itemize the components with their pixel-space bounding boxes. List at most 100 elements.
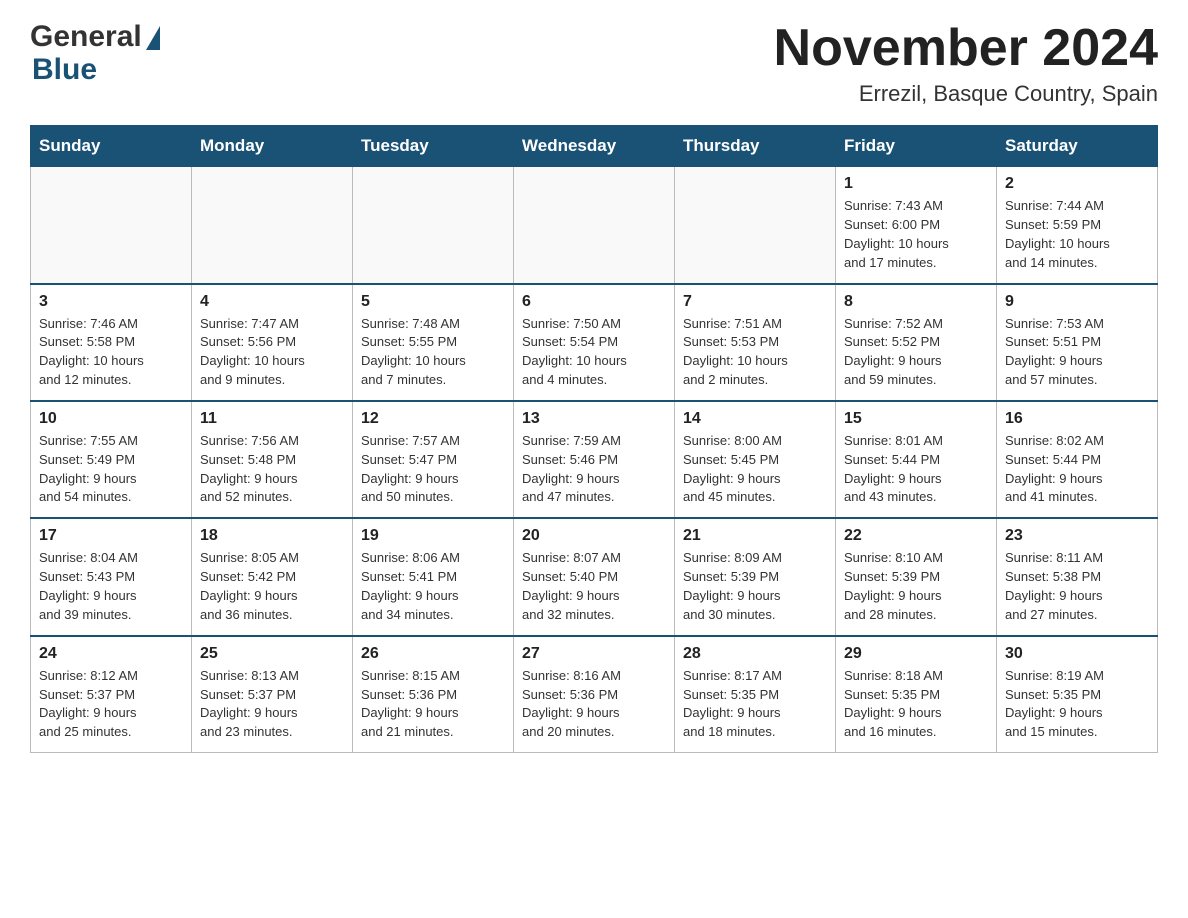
day-number: 23 — [1005, 527, 1149, 545]
location-title: Errezil, Basque Country, Spain — [774, 81, 1158, 107]
day-info: Sunrise: 7:43 AMSunset: 6:00 PMDaylight:… — [844, 197, 988, 272]
calendar-cell: 10 Sunrise: 7:55 AMSunset: 5:49 PMDayligh… — [31, 401, 192, 518]
day-info: Sunrise: 8:12 AMSunset: 5:37 PMDaylight:… — [39, 667, 183, 742]
day-number: 8 — [844, 293, 988, 311]
day-info: Sunrise: 8:11 AMSunset: 5:38 PMDaylight:… — [1005, 549, 1149, 624]
calendar-cell: 26 Sunrise: 8:15 AMSunset: 5:36 PMDayligh… — [353, 636, 514, 753]
day-number: 10 — [39, 410, 183, 428]
day-number: 28 — [683, 645, 827, 663]
day-number: 5 — [361, 293, 505, 311]
calendar-cell: 15 Sunrise: 8:01 AMSunset: 5:44 PMDayligh… — [836, 401, 997, 518]
day-number: 15 — [844, 410, 988, 428]
logo-general-text: General — [30, 20, 142, 53]
calendar-cell: 5 Sunrise: 7:48 AMSunset: 5:55 PMDaylight… — [353, 284, 514, 401]
week-row-5: 24Sunrise: 8:12 AMSunset: 5:37 PMDayligh… — [31, 636, 1158, 753]
day-info: Sunrise: 8:09 AMSunset: 5:39 PMDaylight:… — [683, 549, 827, 624]
calendar-cell — [514, 167, 675, 284]
logo: General Blue — [30, 20, 160, 86]
day-info: Sunrise: 8:04 AMSunset: 5:43 PMDaylight:… — [39, 549, 183, 624]
day-info: Sunrise: 8:00 AMSunset: 5:45 PMDaylight:… — [683, 432, 827, 507]
day-number: 4 — [200, 293, 344, 311]
calendar-cell: 23 Sunrise: 8:11 AMSunset: 5:38 PMDayligh… — [997, 518, 1158, 635]
calendar-cell: 1 Sunrise: 7:43 AMSunset: 6:00 PMDaylight… — [836, 167, 997, 284]
day-number: 13 — [522, 410, 666, 428]
day-number: 22 — [844, 527, 988, 545]
calendar-cell: 16Sunrise: 8:02 AMSunset: 5:44 PMDayligh… — [997, 401, 1158, 518]
day-info: Sunrise: 8:18 AMSunset: 5:35 PMDaylight:… — [844, 667, 988, 742]
calendar-cell: 29 Sunrise: 8:18 AMSunset: 5:35 PMDayligh… — [836, 636, 997, 753]
page-header: General Blue November 2024 Errezil, Basq… — [30, 20, 1158, 107]
calendar-cell: 3 Sunrise: 7:46 AMSunset: 5:58 PMDaylight… — [31, 284, 192, 401]
day-info: Sunrise: 8:05 AMSunset: 5:42 PMDaylight:… — [200, 549, 344, 624]
week-row-1: 1 Sunrise: 7:43 AMSunset: 6:00 PMDaylight… — [31, 167, 1158, 284]
day-number: 17 — [39, 527, 183, 545]
day-number: 2 — [1005, 175, 1149, 193]
calendar-cell: 13 Sunrise: 7:59 AMSunset: 5:46 PMDayligh… — [514, 401, 675, 518]
calendar-cell: 25 Sunrise: 8:13 AMSunset: 5:37 PMDayligh… — [192, 636, 353, 753]
day-info: Sunrise: 8:17 AMSunset: 5:35 PMDaylight:… — [683, 667, 827, 742]
day-info: Sunrise: 7:50 AMSunset: 5:54 PMDaylight:… — [522, 315, 666, 390]
day-info: Sunrise: 8:13 AMSunset: 5:37 PMDaylight:… — [200, 667, 344, 742]
day-info: Sunrise: 8:15 AMSunset: 5:36 PMDaylight:… — [361, 667, 505, 742]
week-row-2: 3 Sunrise: 7:46 AMSunset: 5:58 PMDaylight… — [31, 284, 1158, 401]
day-number: 21 — [683, 527, 827, 545]
day-info: Sunrise: 7:47 AMSunset: 5:56 PMDaylight:… — [200, 315, 344, 390]
day-number: 26 — [361, 645, 505, 663]
day-number: 1 — [844, 175, 988, 193]
day-number: 12 — [361, 410, 505, 428]
calendar-cell: 2 Sunrise: 7:44 AMSunset: 5:59 PMDaylight… — [997, 167, 1158, 284]
calendar-table: SundayMondayTuesdayWednesdayThursdayFrid… — [30, 125, 1158, 753]
day-number: 3 — [39, 293, 183, 311]
day-info: Sunrise: 7:56 AMSunset: 5:48 PMDaylight:… — [200, 432, 344, 507]
weekday-header-saturday: Saturday — [997, 126, 1158, 167]
day-info: Sunrise: 7:44 AMSunset: 5:59 PMDaylight:… — [1005, 197, 1149, 272]
calendar-cell: 28 Sunrise: 8:17 AMSunset: 5:35 PMDayligh… — [675, 636, 836, 753]
calendar-cell — [353, 167, 514, 284]
weekday-header-tuesday: Tuesday — [353, 126, 514, 167]
day-info: Sunrise: 7:51 AMSunset: 5:53 PMDaylight:… — [683, 315, 827, 390]
day-info: Sunrise: 8:01 AMSunset: 5:44 PMDaylight:… — [844, 432, 988, 507]
calendar-cell: 17 Sunrise: 8:04 AMSunset: 5:43 PMDayligh… — [31, 518, 192, 635]
calendar-cell: 14Sunrise: 8:00 AMSunset: 5:45 PMDayligh… — [675, 401, 836, 518]
calendar-cell: 19Sunrise: 8:06 AMSunset: 5:41 PMDayligh… — [353, 518, 514, 635]
week-row-4: 17 Sunrise: 8:04 AMSunset: 5:43 PMDayligh… — [31, 518, 1158, 635]
calendar-cell — [192, 167, 353, 284]
weekday-header-wednesday: Wednesday — [514, 126, 675, 167]
calendar-cell — [675, 167, 836, 284]
day-number: 9 — [1005, 293, 1149, 311]
day-info: Sunrise: 8:19 AMSunset: 5:35 PMDaylight:… — [1005, 667, 1149, 742]
day-info: Sunrise: 8:10 AMSunset: 5:39 PMDaylight:… — [844, 549, 988, 624]
day-number: 25 — [200, 645, 344, 663]
day-info: Sunrise: 7:55 AMSunset: 5:49 PMDaylight:… — [39, 432, 183, 507]
calendar-cell: 21 Sunrise: 8:09 AMSunset: 5:39 PMDayligh… — [675, 518, 836, 635]
calendar-cell: 8 Sunrise: 7:52 AMSunset: 5:52 PMDaylight… — [836, 284, 997, 401]
day-info: Sunrise: 8:16 AMSunset: 5:36 PMDaylight:… — [522, 667, 666, 742]
week-row-3: 10 Sunrise: 7:55 AMSunset: 5:49 PMDayligh… — [31, 401, 1158, 518]
weekday-header-row: SundayMondayTuesdayWednesdayThursdayFrid… — [31, 126, 1158, 167]
day-info: Sunrise: 8:06 AMSunset: 5:41 PMDaylight:… — [361, 549, 505, 624]
month-title: November 2024 — [774, 20, 1158, 77]
day-info: Sunrise: 7:52 AMSunset: 5:52 PMDaylight:… — [844, 315, 988, 390]
calendar-cell: 11Sunrise: 7:56 AMSunset: 5:48 PMDayligh… — [192, 401, 353, 518]
day-number: 27 — [522, 645, 666, 663]
day-info: Sunrise: 8:02 AMSunset: 5:44 PMDaylight:… — [1005, 432, 1149, 507]
calendar-cell: 30Sunrise: 8:19 AMSunset: 5:35 PMDayligh… — [997, 636, 1158, 753]
calendar-cell: 27 Sunrise: 8:16 AMSunset: 5:36 PMDayligh… — [514, 636, 675, 753]
day-info: Sunrise: 7:59 AMSunset: 5:46 PMDaylight:… — [522, 432, 666, 507]
day-info: Sunrise: 7:57 AMSunset: 5:47 PMDaylight:… — [361, 432, 505, 507]
day-info: Sunrise: 7:48 AMSunset: 5:55 PMDaylight:… — [361, 315, 505, 390]
logo-triangle-icon — [146, 26, 160, 50]
day-info: Sunrise: 7:46 AMSunset: 5:58 PMDaylight:… — [39, 315, 183, 390]
day-info: Sunrise: 7:53 AMSunset: 5:51 PMDaylight:… — [1005, 315, 1149, 390]
day-number: 29 — [844, 645, 988, 663]
weekday-header-friday: Friday — [836, 126, 997, 167]
title-block: November 2024 Errezil, Basque Country, S… — [774, 20, 1158, 107]
calendar-cell: 22 Sunrise: 8:10 AMSunset: 5:39 PMDayligh… — [836, 518, 997, 635]
calendar-cell: 24Sunrise: 8:12 AMSunset: 5:37 PMDayligh… — [31, 636, 192, 753]
calendar-cell: 18Sunrise: 8:05 AMSunset: 5:42 PMDayligh… — [192, 518, 353, 635]
day-number: 20 — [522, 527, 666, 545]
weekday-header-sunday: Sunday — [31, 126, 192, 167]
calendar-cell: 4 Sunrise: 7:47 AMSunset: 5:56 PMDaylight… — [192, 284, 353, 401]
day-number: 7 — [683, 293, 827, 311]
day-info: Sunrise: 8:07 AMSunset: 5:40 PMDaylight:… — [522, 549, 666, 624]
